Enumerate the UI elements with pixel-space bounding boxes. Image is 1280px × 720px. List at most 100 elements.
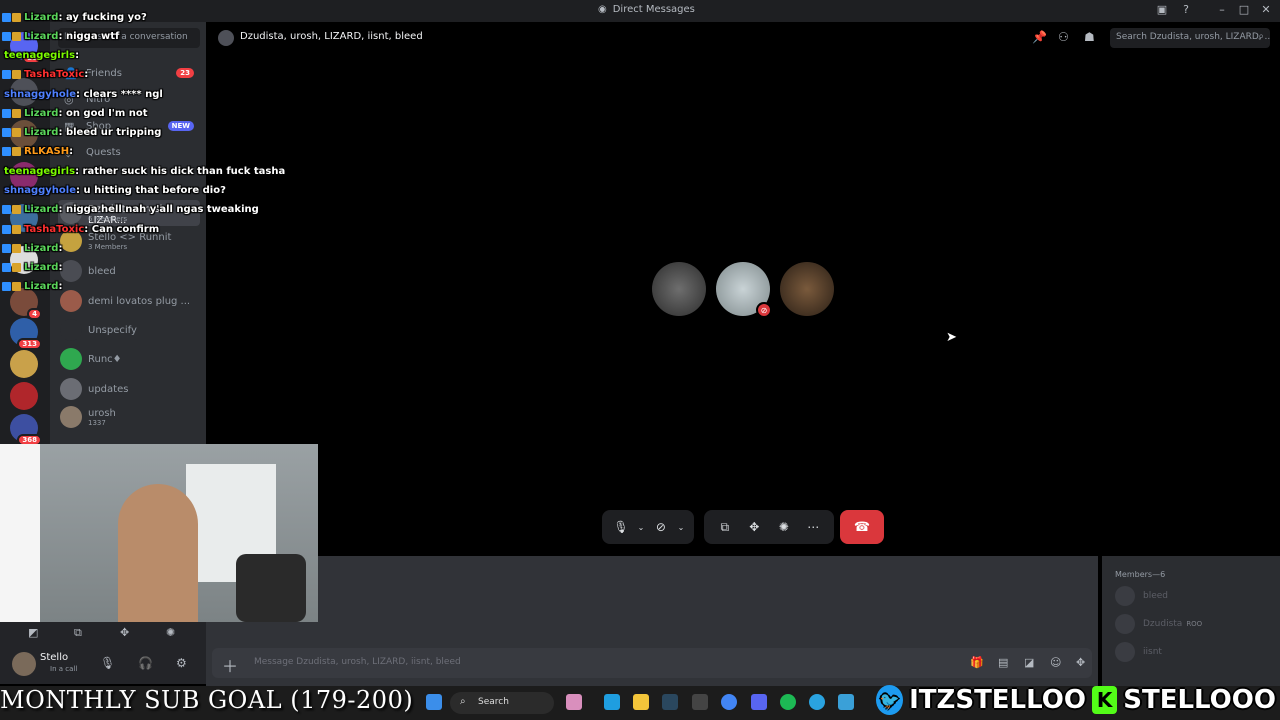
app-icon[interactable]: [692, 694, 708, 710]
search-icon: ⌕: [1258, 31, 1264, 42]
dm-item[interactable]: bleed: [58, 258, 200, 284]
avatar[interactable]: [12, 652, 36, 676]
camera-icon[interactable]: ◩: [28, 626, 38, 639]
chrome-icon[interactable]: [721, 694, 737, 710]
chat-line: Lizard:: [2, 258, 62, 276]
discord-icon: ◉: [598, 4, 607, 15]
end-call-button[interactable]: ☎: [840, 510, 884, 544]
participant-avatar[interactable]: ⊘: [716, 262, 772, 318]
steam-icon[interactable]: [662, 694, 678, 710]
nav-quests[interactable]: ◈ Quests: [58, 141, 200, 163]
chat-line: Lizard:: [2, 239, 62, 257]
close-button[interactable]: ✕: [1258, 3, 1274, 16]
edge-icon[interactable]: [604, 694, 620, 710]
new-badge: NEW: [167, 121, 194, 131]
emoji-icon[interactable]: ☺: [1050, 656, 1061, 669]
spotify-icon[interactable]: [780, 694, 796, 710]
microphone-icon[interactable]: 🎙: [610, 514, 632, 540]
username: Stello: [40, 652, 69, 663]
member-row[interactable]: bleed: [1115, 586, 1168, 606]
kick-icon: K: [1091, 686, 1118, 714]
chat-line: Lizard:: [2, 277, 62, 295]
chat-line: Lizard: nigga hell nah y'all ngas tweaki…: [2, 200, 259, 218]
soundboard-icon[interactable]: ✺: [166, 626, 175, 639]
sticker-icon[interactable]: ◪: [1024, 656, 1034, 669]
chat-line: Lizard: bleed ur tripping: [2, 123, 161, 141]
window-title: ◉ Direct Messages: [598, 4, 695, 15]
server-icon[interactable]: [10, 350, 38, 378]
dm-item[interactable]: urosh 1337: [58, 404, 200, 430]
avatar: [60, 319, 82, 341]
clan-tag: ROO: [1186, 620, 1203, 628]
soundboard-icon[interactable]: ✺: [771, 514, 797, 540]
chevron-down-icon[interactable]: ⌄: [676, 514, 686, 540]
avatar: [60, 290, 82, 312]
friends-badge: 23: [176, 68, 194, 78]
headphones-icon[interactable]: 🎧: [138, 656, 153, 670]
screen-share-icon[interactable]: ⧉: [74, 626, 82, 640]
dm-item[interactable]: Unspecify: [58, 317, 200, 343]
member-row[interactable]: Dzudista ROO: [1115, 614, 1202, 634]
twitter-icon: 🐦: [876, 685, 904, 715]
webcam-overlay: [0, 444, 318, 622]
call-header: Dzudista, urosh, LIZARD, iisnt, bleed 📌 …: [206, 22, 1280, 54]
members-icon[interactable]: ☗: [1084, 30, 1095, 44]
avatar: [60, 260, 82, 282]
file-explorer-icon[interactable]: [633, 694, 649, 710]
chevron-down-icon[interactable]: ⌄: [636, 514, 646, 540]
search-input[interactable]: Search Dzudista, urosh, LIZARD, ... ⌕: [1110, 28, 1270, 48]
unread-badge: 313: [17, 338, 42, 350]
kick-handle: STELLOOO: [1123, 685, 1276, 715]
avatar: [60, 406, 82, 428]
widget-icon[interactable]: [566, 694, 582, 710]
gear-icon[interactable]: ⚙: [176, 656, 187, 670]
dm-item[interactable]: updates: [58, 376, 200, 402]
notepad-icon[interactable]: [838, 694, 854, 710]
microphone-icon[interactable]: 🎙: [100, 656, 115, 670]
chat-line: shnaggyhole: clears **** ngl: [4, 88, 163, 100]
chat-line: RLKASH:: [2, 142, 73, 160]
audio-controls: 🎙 ⌄ ⊘ ⌄: [602, 510, 694, 544]
more-icon[interactable]: ⋯: [801, 514, 827, 540]
activity-controls: ⧉ ✥ ✺ ⋯: [704, 510, 834, 544]
participant-avatar[interactable]: [780, 262, 834, 316]
server-icon[interactable]: 368: [10, 414, 42, 446]
gif-icon[interactable]: ▤: [998, 656, 1008, 669]
social-handles: 🐦 ITZSTELLOO K STELLOOO: [876, 682, 1276, 718]
add-attachment-icon[interactable]: ＋: [222, 653, 238, 677]
muted-icon: ⊘: [756, 302, 772, 318]
minimize-button[interactable]: –: [1214, 3, 1230, 16]
camera-off-icon[interactable]: ⊘: [650, 514, 672, 540]
server-icon[interactable]: 313: [10, 318, 42, 350]
maximize-button[interactable]: □: [1236, 3, 1252, 16]
member-row[interactable]: iisnt: [1115, 642, 1162, 662]
activities-icon[interactable]: ✥: [742, 514, 768, 540]
screen-share-icon[interactable]: ⧉: [712, 514, 738, 540]
telegram-icon[interactable]: [809, 694, 825, 710]
pin-icon[interactable]: 📌: [1032, 30, 1047, 44]
chat-line: teenagegirls: rather suck his dick than …: [4, 165, 286, 177]
call-area: Dzudista, urosh, LIZARD, iisnt, bleed 📌 …: [206, 22, 1280, 556]
gift-icon[interactable]: 🎁: [970, 656, 984, 669]
help-icon[interactable]: ?: [1178, 3, 1194, 16]
chat-line: TashaToxic: Can confirm: [2, 220, 159, 238]
dm-item[interactable]: demi lovatos plug ...: [58, 288, 200, 314]
taskbar-search[interactable]: ⌕ Search: [450, 692, 554, 714]
message-input[interactable]: ＋ Message Dzudista, urosh, LIZARD, iisnt…: [212, 648, 1092, 678]
gaming-chair: [236, 554, 306, 622]
discord-icon[interactable]: [751, 694, 767, 710]
windows-start-icon[interactable]: [426, 694, 442, 710]
user-status: In a call: [50, 665, 78, 673]
server-icon[interactable]: [10, 382, 38, 410]
inbox-icon[interactable]: ▣: [1154, 3, 1170, 16]
avatar: [1115, 642, 1135, 662]
chat-line: Lizard: nigga wtf: [2, 27, 119, 45]
apps-icon[interactable]: ✥: [1076, 656, 1085, 669]
add-friends-icon[interactable]: ⚇: [1058, 30, 1069, 44]
dm-item[interactable]: Runc♦: [58, 346, 200, 372]
chat-line: TashaToxic:: [2, 65, 88, 83]
participant-avatar[interactable]: [652, 262, 706, 316]
voice-controls-bar: ◩ ⧉ ✥ ✺: [0, 622, 206, 644]
activities-icon[interactable]: ✥: [120, 626, 129, 639]
search-icon: ⌕: [460, 696, 466, 707]
